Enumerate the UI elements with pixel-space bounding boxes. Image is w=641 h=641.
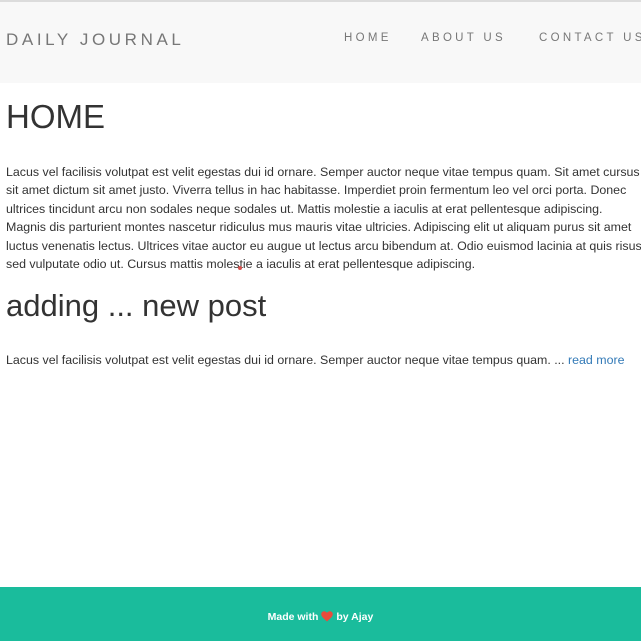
mouse-cursor-dot	[238, 266, 242, 270]
footer-author: by Ajay	[336, 611, 374, 623]
page: DAILY JOURNAL HOME ABOUT US CONTACT US H…	[0, 0, 641, 641]
home-paragraph-line: Lacus vel facilisis volutpat est velit e…	[6, 165, 640, 179]
post-excerpt-text: Lacus vel facilisis volutpat est velit e…	[6, 353, 565, 367]
read-more-link[interactable]: read more	[568, 353, 624, 367]
home-paragraph-line: ultrices tincidunt arcu non sodales nequ…	[6, 201, 603, 216]
home-paragraph: Lacus vel facilisis volutpat est velit e…	[6, 163, 641, 273]
home-paragraph-line: sed vulputate odio ut. Cursus mattis mol…	[6, 257, 476, 272]
post-excerpt: Lacus vel facilisis volutpat est velit e…	[6, 351, 625, 369]
home-paragraph-line: Magnis dis parturient montes nascetur ri…	[6, 220, 632, 235]
brand-link[interactable]: DAILY JOURNAL	[6, 30, 184, 50]
home-paragraph-line: sit amet dictum sit amet justo. Viverra …	[6, 183, 627, 198]
nav-link-about-us[interactable]: ABOUT US	[421, 32, 506, 44]
post-title: adding ... new post	[6, 288, 267, 323]
home-paragraph-line: luctus venenatis lectus. Ultrices vitae …	[6, 238, 641, 253]
footer-made-with: Made with	[267, 611, 319, 623]
heart-icon	[321, 611, 334, 622]
nav-link-home[interactable]: HOME	[344, 32, 392, 44]
nav-link-contact-us[interactable]: CONTACT US	[539, 32, 641, 44]
footer-credit: Made with by Ajay	[0, 611, 641, 623]
footer: Made with by Ajay	[0, 587, 641, 641]
navbar: DAILY JOURNAL HOME ABOUT US CONTACT US	[0, 2, 641, 83]
page-title: HOME	[6, 98, 105, 135]
